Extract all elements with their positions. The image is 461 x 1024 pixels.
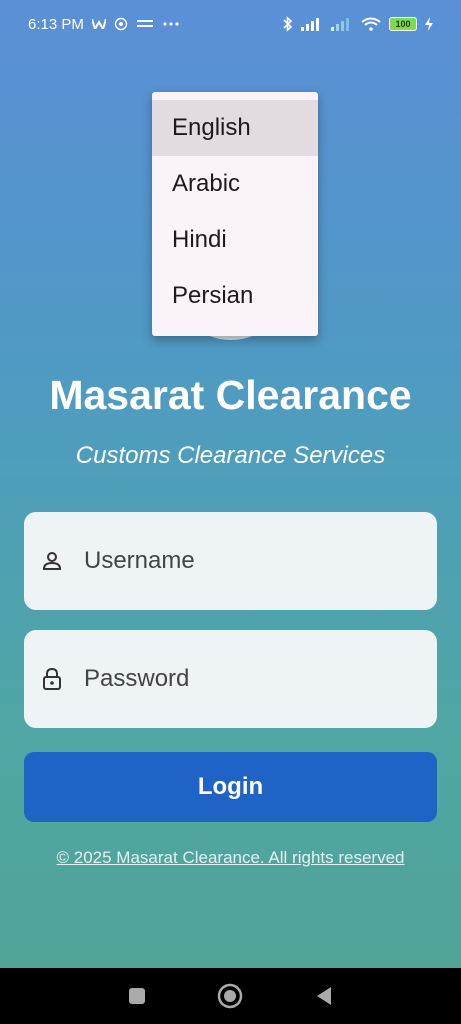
language-option-hindi[interactable]: Hindi — [152, 212, 318, 268]
username-input[interactable] — [84, 547, 404, 575]
username-field[interactable] — [24, 512, 437, 610]
login-button[interactable]: Login — [24, 752, 437, 822]
recents-square-icon[interactable] — [117, 976, 157, 1016]
notification-app-icon — [136, 18, 154, 30]
status-bar: 6:13 PM 100 — [0, 0, 461, 48]
notification-w-icon — [91, 19, 106, 29]
wifi-icon — [361, 17, 381, 31]
charging-icon — [425, 17, 433, 31]
password-field[interactable] — [24, 630, 437, 728]
lock-icon — [40, 667, 64, 691]
language-option-label: English — [172, 114, 251, 141]
copyright-link[interactable]: © 2025 Masarat Clearance. All rights res… — [0, 848, 461, 868]
language-option-persian[interactable]: Persian — [152, 268, 318, 324]
bluetooth-icon — [283, 16, 293, 32]
home-circle-icon[interactable] — [210, 976, 250, 1016]
language-option-arabic[interactable]: Arabic — [152, 156, 318, 212]
app-title: Masarat Clearance — [49, 372, 412, 418]
app-subtitle: Customs Clearance Services — [75, 442, 386, 469]
language-dropdown-menu: English Arabic Hindi Persian — [152, 92, 318, 336]
status-right: 100 — [283, 16, 433, 32]
language-option-label: Arabic — [172, 170, 241, 197]
password-input[interactable] — [84, 665, 404, 693]
language-option-label: Hindi — [172, 226, 227, 253]
back-triangle-icon[interactable] — [304, 976, 344, 1016]
status-time: 6:13 PM — [28, 15, 84, 33]
navigation-bar — [0, 968, 461, 1024]
battery-icon: 100 — [389, 17, 417, 31]
language-option-label: Persian — [172, 282, 254, 309]
signal-icon — [301, 17, 323, 31]
notification-emblem-icon — [114, 17, 128, 31]
language-option-english[interactable]: English — [152, 100, 318, 156]
signal-2-icon — [331, 17, 353, 31]
more-dots-icon — [162, 21, 180, 27]
status-left: 6:13 PM — [28, 16, 180, 33]
person-icon — [40, 549, 64, 573]
